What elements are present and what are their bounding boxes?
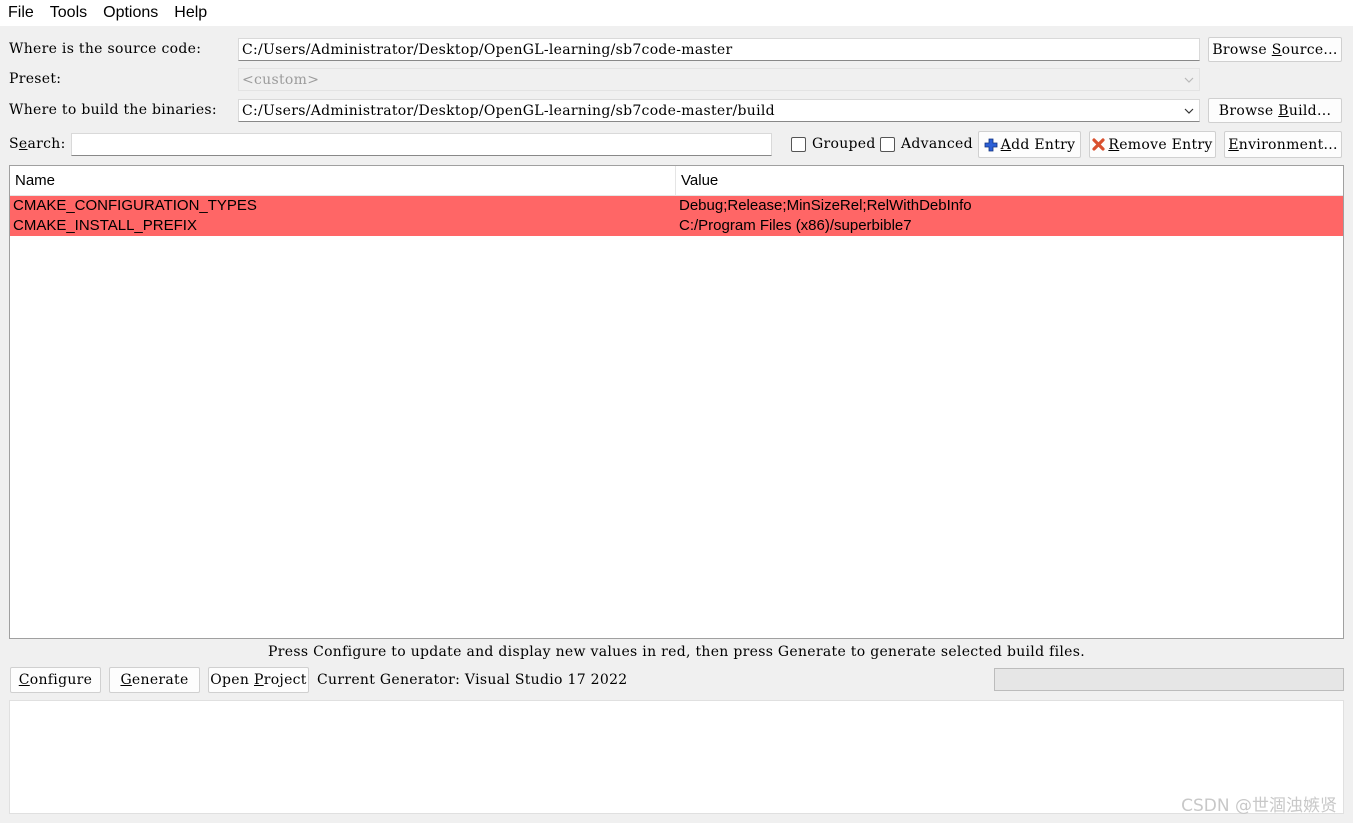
table-row[interactable]: CMAKE_CONFIGURATION_TYPES Debug;Release;… [10,196,1343,216]
advanced-label: Advanced [901,136,973,152]
browse-source-label-c: ource... [1281,41,1338,58]
menu-options[interactable]: Options [95,0,166,26]
open-project-label-c: roject [263,672,307,688]
remove-entry-label-a: R [1108,136,1120,153]
grouped-label: Grouped [812,136,876,152]
configure-label-a: C [18,672,30,688]
menu-tools[interactable]: Tools [42,0,95,26]
add-entry-label-b: dd Entry [1011,136,1076,153]
source-label: Where is the source code: [9,41,202,57]
progress-bar [994,668,1344,691]
current-generator-text: Current Generator: Visual Studio 17 2022 [317,672,628,688]
table-header: Name Value [10,166,1343,196]
search-label-b: e [18,136,28,152]
cell-value[interactable]: C:/Program Files (x86)/superbible7 [676,216,912,236]
browse-build-label-a: Browse [1218,102,1279,119]
browse-build-button[interactable]: Browse Build... [1208,98,1342,123]
source-input[interactable]: C:/Users/Administrator/Desktop/OpenGL-le… [238,38,1200,61]
menu-help[interactable]: Help [166,0,215,26]
browse-source-label-b: S [1271,41,1282,58]
environment-button[interactable]: Environment... [1224,131,1342,158]
advanced-checkbox-box[interactable] [880,136,895,152]
build-label: Where to build the binaries: [9,102,217,118]
advanced-checkbox[interactable]: Advanced [880,136,973,152]
menu-bar: File Tools Options Help [0,0,1353,26]
preset-select[interactable]: <custom> [238,68,1200,91]
cell-name: CMAKE_CONFIGURATION_TYPES [13,197,257,214]
generate-button[interactable]: Generate [109,667,200,693]
browse-source-label-a: Browse [1212,41,1272,58]
preset-value: <custom> [242,71,320,88]
add-entry-label-a: A [1000,136,1012,153]
hint-text: Press Configure to update and display ne… [268,644,1085,660]
table-row[interactable]: CMAKE_INSTALL_PREFIX C:/Program Files (x… [10,216,1343,236]
generate-label-a: G [120,672,132,688]
generate-label-b: enerate [131,672,189,688]
grouped-checkbox-box[interactable] [791,136,806,152]
plus-icon [984,138,998,151]
search-label-a: S [9,136,19,152]
chevron-down-icon [1184,77,1194,83]
open-project-label-b: P [253,672,264,688]
column-header-name[interactable]: Name [10,166,676,196]
browse-build-label-c: uild... [1288,102,1332,119]
build-value: C:/Users/Administrator/Desktop/OpenGL-le… [242,102,775,119]
search-input[interactable] [71,133,772,156]
grouped-checkbox[interactable]: Grouped [791,136,876,152]
cell-value[interactable]: Debug;Release;MinSizeRel;RelWithDebInfo [676,196,972,216]
cache-table: Name Value CMAKE_CONFIGURATION_TYPES Deb… [9,165,1344,639]
search-label-c: arch: [27,136,66,152]
build-input[interactable]: C:/Users/Administrator/Desktop/OpenGL-le… [238,99,1200,122]
environment-label-a: E [1228,136,1239,153]
add-entry-button[interactable]: Add Entry [978,131,1081,158]
remove-entry-button[interactable]: Remove Entry [1089,131,1216,158]
open-project-label-a: Open [210,672,254,688]
configure-label-b: onfigure [29,672,93,688]
output-log[interactable] [9,700,1344,814]
chevron-down-icon[interactable] [1183,105,1195,117]
browse-build-label-b: B [1278,102,1289,119]
watermark: CSDN @世涸浊嫉贤 [1181,796,1337,816]
browse-source-button[interactable]: Browse Source... [1208,37,1342,62]
remove-entry-label-b: emove Entry [1119,136,1213,153]
preset-label: Preset: [9,71,62,87]
cell-name: CMAKE_INSTALL_PREFIX [13,217,197,234]
environment-label-b: nvironment... [1238,136,1338,153]
open-project-button[interactable]: Open Project [208,667,309,693]
configure-button[interactable]: Configure [10,667,101,693]
remove-icon [1092,138,1105,151]
source-value: C:/Users/Administrator/Desktop/OpenGL-le… [242,41,733,58]
search-label: Search: [9,136,66,152]
menu-file[interactable]: File [0,0,42,26]
column-header-value[interactable]: Value [676,166,718,196]
